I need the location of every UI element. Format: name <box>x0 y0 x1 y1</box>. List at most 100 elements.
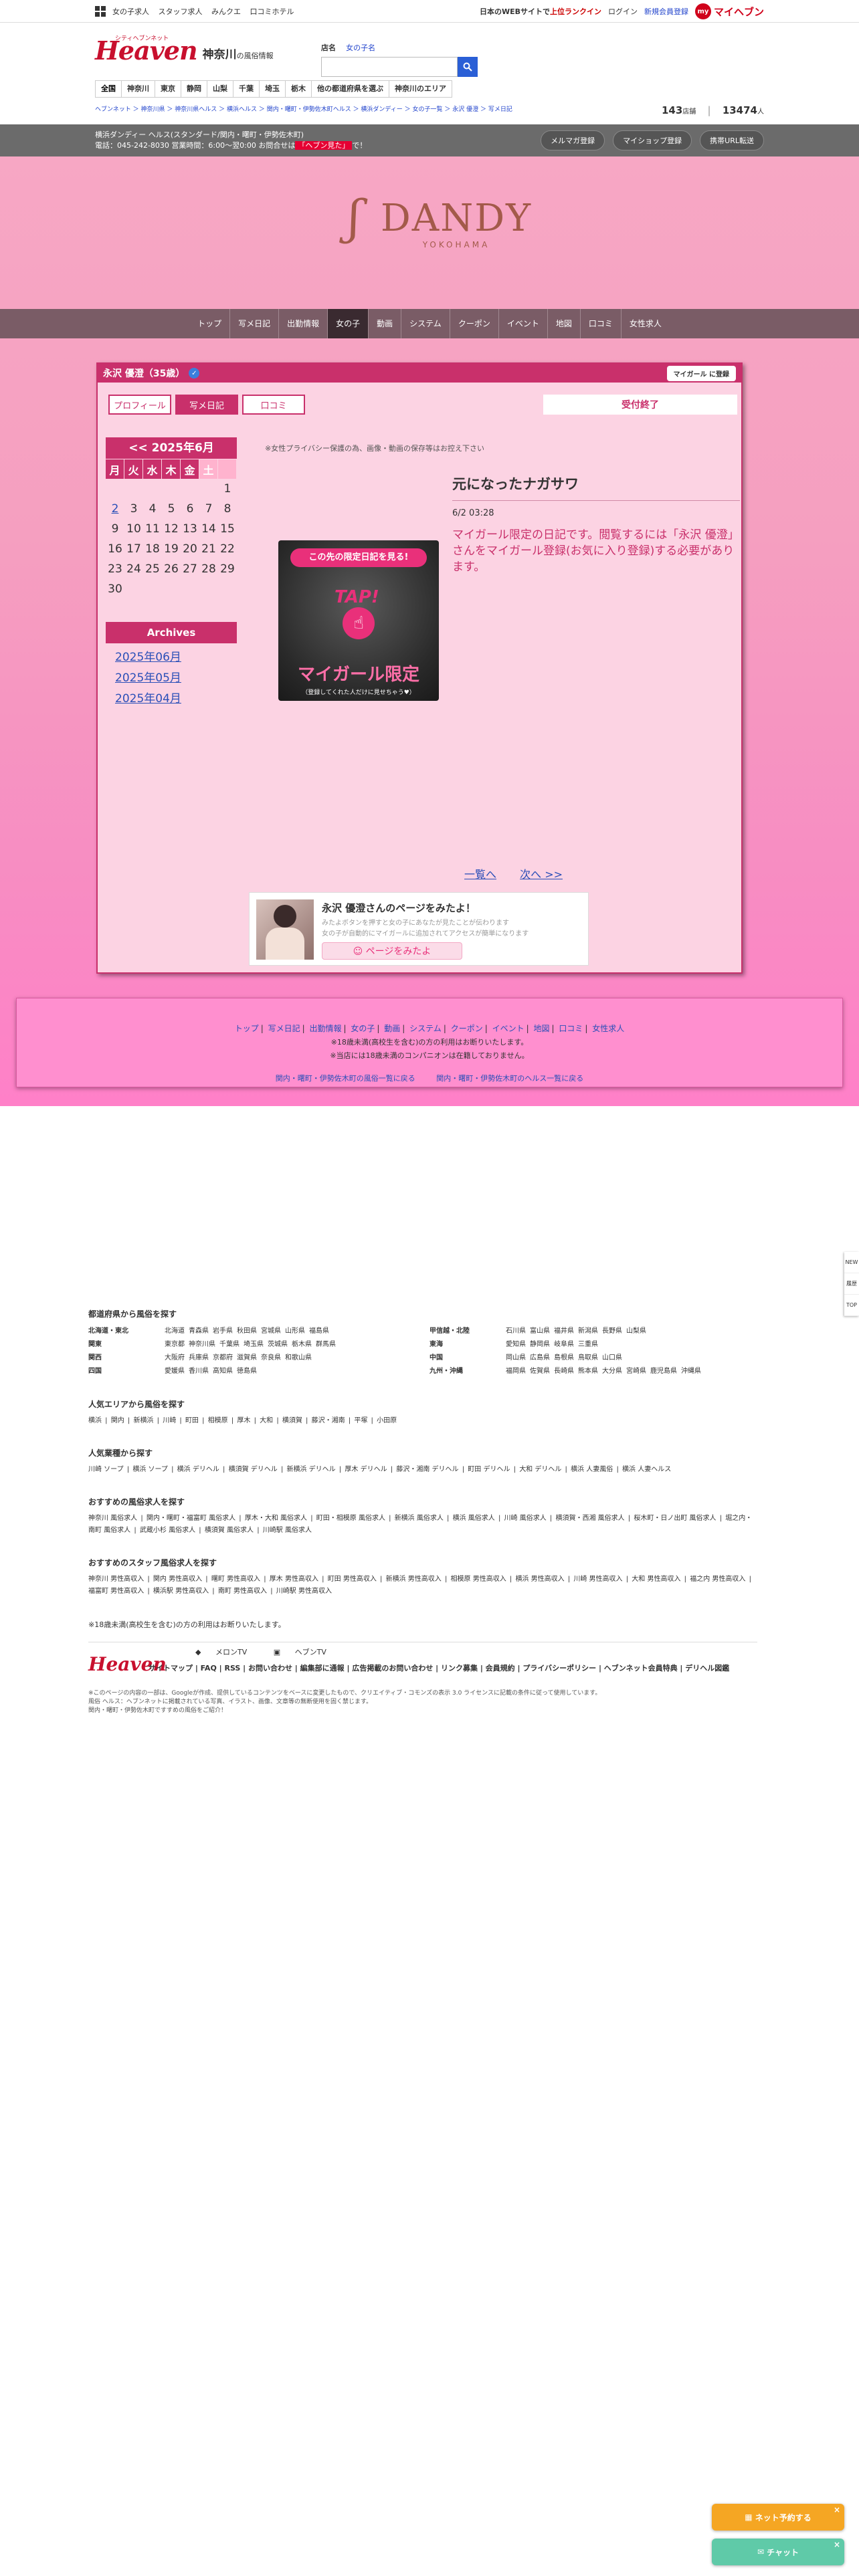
pref-link[interactable]: 千葉県 <box>219 1341 240 1348</box>
breadcrumb[interactable]: ヘブンネット ＞ 神奈川県 ＞ 神奈川県ヘルス ＞ 横浜ヘルス ＞ 関内・曙町・… <box>95 104 512 113</box>
footer-link-map[interactable]: 地図 <box>533 1024 549 1033</box>
back-to-fuzoku-list[interactable]: 関内・曙町・伊勢佐木町の風俗一覧に戻る <box>276 1074 415 1083</box>
region-kanagawa[interactable]: 神奈川 <box>122 81 155 97</box>
search-label-shop[interactable]: 店名 <box>321 43 336 52</box>
nav-schedule[interactable]: 出勤情報 <box>279 309 328 338</box>
util-link-staff-job[interactable]: スタッフ求人 <box>159 7 203 16</box>
pref-link[interactable]: 山梨県 <box>626 1327 646 1335</box>
pref-link[interactable]: 岡山県 <box>506 1354 526 1362</box>
footer-link-top[interactable]: トップ <box>235 1024 259 1033</box>
pref-link[interactable]: 富山県 <box>530 1327 550 1335</box>
pref-link[interactable]: 北海道 <box>165 1327 185 1335</box>
nav-coupon[interactable]: クーポン <box>450 309 499 338</box>
footer-links[interactable]: サイトマップ | FAQ | RSS | お問い合わせ | 編集部に通報 | 広… <box>149 1662 751 1673</box>
pref-link[interactable]: 静岡県 <box>530 1341 550 1348</box>
staff-job-link[interactable]: 厚木 男性高収入 <box>270 1576 318 1583</box>
heaven-tv-link[interactable]: ▣ ヘブンTV <box>274 1648 339 1656</box>
pref-link[interactable]: 熊本県 <box>578 1368 598 1375</box>
pref-link[interactable]: 大分県 <box>602 1368 622 1375</box>
pref-link[interactable]: 栃木県 <box>292 1341 312 1348</box>
nav-diary[interactable]: 写メ日記 <box>230 309 280 338</box>
archive-link[interactable]: 2025年05月 <box>115 668 237 685</box>
dandy-logo[interactable]: ʃ DANDY YOKOHAMA <box>0 190 859 249</box>
staff-job-link[interactable]: 横浜駅 男性高収入 <box>153 1588 209 1595</box>
history-icon[interactable]: 履歴 <box>844 1273 859 1295</box>
pref-link[interactable]: 福岡県 <box>506 1368 526 1375</box>
footer-link-video[interactable]: 動画 <box>384 1024 400 1033</box>
pref-link[interactable]: 岩手県 <box>213 1327 233 1335</box>
staff-job-link[interactable]: 曙町 男性高収入 <box>211 1576 260 1583</box>
pref-link[interactable]: 青森県 <box>189 1327 209 1335</box>
area-link[interactable]: 町田 <box>185 1417 199 1424</box>
mygirl-register-button[interactable]: マイガール に登録 <box>666 365 736 381</box>
heaven-logo[interactable]: シティヘブンネット Heaven 神奈川の風俗情報 <box>95 35 274 64</box>
nav-reviews[interactable]: 口コミ <box>581 309 622 338</box>
pref-link[interactable]: 秋田県 <box>237 1327 257 1335</box>
grid-menu-icon[interactable] <box>95 6 106 17</box>
area-link[interactable]: 関内 <box>111 1417 124 1424</box>
area-link[interactable]: 平塚 <box>354 1417 367 1424</box>
staff-job-link[interactable]: 川崎駅 男性高収入 <box>276 1588 332 1595</box>
calendar-day-linked[interactable]: 2 <box>106 499 124 519</box>
new-icon[interactable]: NEW <box>844 1252 859 1273</box>
archive-link[interactable]: 2025年04月 <box>115 689 237 706</box>
region-saitama[interactable]: 埼玉 <box>260 81 286 97</box>
pref-link[interactable]: 新潟県 <box>578 1327 598 1335</box>
pref-link[interactable]: 埼玉県 <box>244 1341 264 1348</box>
region-chiba[interactable]: 千葉 <box>233 81 260 97</box>
util-link-minque[interactable]: みんクエ <box>211 7 241 16</box>
tab-reviews[interactable]: 口コミ <box>242 395 305 415</box>
region-other[interactable]: 他の都道府県を選ぶ <box>312 81 389 97</box>
pref-link[interactable]: 和歌山県 <box>285 1354 312 1362</box>
back-to-health-list[interactable]: 関内・曙町・伊勢佐木町のヘルス一覧に戻る <box>436 1074 583 1083</box>
staff-job-link[interactable]: 福之内 男性高収入 <box>690 1576 745 1583</box>
genre-link[interactable]: 町田 デリヘル <box>468 1466 510 1473</box>
register-link[interactable]: 新規会員登録 <box>644 6 688 17</box>
pref-link[interactable]: 宮城県 <box>261 1327 281 1335</box>
nav-map[interactable]: 地図 <box>548 309 581 338</box>
job-link[interactable]: 町田・相模原 風俗求人 <box>316 1515 385 1522</box>
staff-job-link[interactable]: 横浜 男性高収入 <box>515 1576 564 1583</box>
login-link[interactable]: ログイン <box>608 6 638 17</box>
pref-link[interactable]: 愛媛県 <box>165 1368 185 1375</box>
nav-top[interactable]: トップ <box>189 309 231 338</box>
pref-link[interactable]: 佐賀県 <box>530 1368 550 1375</box>
pref-link[interactable]: 三重県 <box>578 1341 598 1348</box>
job-link[interactable]: 横浜 風俗求人 <box>453 1515 495 1522</box>
pref-link[interactable]: 長野県 <box>602 1327 622 1335</box>
pref-link[interactable]: 群馬県 <box>316 1341 336 1348</box>
pref-link[interactable]: 高知県 <box>213 1368 233 1375</box>
mobile-url-button[interactable]: 携帯URL転送 <box>700 130 764 150</box>
region-yamanashi[interactable]: 山梨 <box>207 81 233 97</box>
nav-event[interactable]: イベント <box>499 309 548 338</box>
staff-job-link[interactable]: 相模原 男性高収入 <box>451 1576 506 1583</box>
pref-link[interactable]: 奈良県 <box>261 1354 281 1362</box>
staff-job-link[interactable]: 新横浜 男性高収入 <box>386 1576 442 1583</box>
mailmag-button[interactable]: メルマガ登録 <box>541 130 605 150</box>
genre-link[interactable]: 藤沢・湘南 デリヘル <box>396 1466 458 1473</box>
pref-link[interactable]: 京都府 <box>213 1354 233 1362</box>
area-link[interactable]: 相模原 <box>208 1417 228 1424</box>
myheaven-link[interactable]: my マイヘブン <box>694 3 764 19</box>
job-link[interactable]: 神奈川 風俗求人 <box>88 1515 137 1522</box>
melon-tv-link[interactable]: ◆ メロンTV <box>195 1648 259 1656</box>
pref-link[interactable]: 鳥取県 <box>578 1354 598 1362</box>
calendar-month-prev[interactable]: << 2025年6月 <box>106 437 237 459</box>
util-link-hotel-review[interactable]: 口コミホテル <box>250 7 294 16</box>
region-kanagawa-area[interactable]: 神奈川のエリア <box>389 81 452 97</box>
search-input[interactable] <box>321 57 458 77</box>
footer-link-schedule[interactable]: 出勤情報 <box>310 1024 342 1033</box>
pref-link[interactable]: 沖縄県 <box>681 1368 701 1375</box>
genre-link[interactable]: 大和 デリヘル <box>519 1466 561 1473</box>
pref-link[interactable]: 香川県 <box>189 1368 209 1375</box>
nav-system[interactable]: システム <box>401 309 450 338</box>
pref-link[interactable]: 岐阜県 <box>554 1341 574 1348</box>
genre-link[interactable]: 横浜 人妻風俗 <box>571 1466 613 1473</box>
tab-diary[interactable]: 写メ日記 <box>175 395 238 415</box>
staff-job-link[interactable]: 関内 男性高収入 <box>153 1576 202 1583</box>
staff-job-link[interactable]: 南町 男性高収入 <box>218 1588 267 1595</box>
search-label-girl[interactable]: 女の子名 <box>346 43 375 52</box>
pref-link[interactable]: 石川県 <box>506 1327 526 1335</box>
reservation-status[interactable]: 受付終了 <box>543 395 737 415</box>
staff-job-link[interactable]: 大和 男性高収入 <box>632 1576 680 1583</box>
